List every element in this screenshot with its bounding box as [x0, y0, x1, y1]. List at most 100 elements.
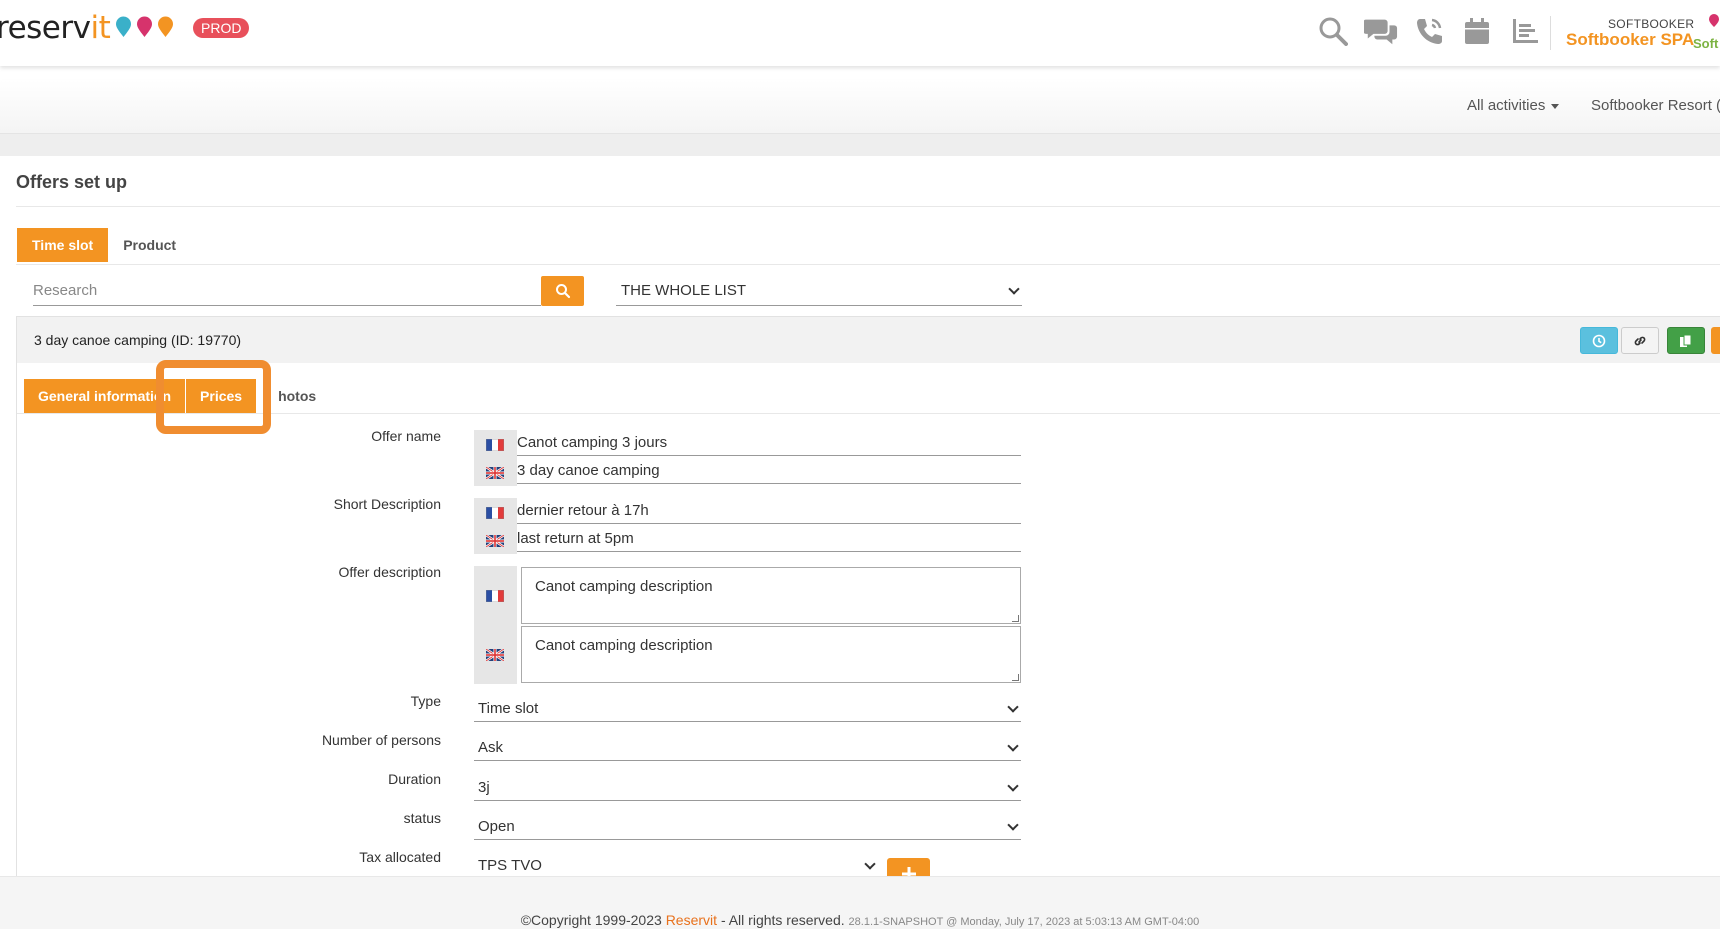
tax-label: Tax allocated	[359, 849, 441, 865]
duration-select[interactable]: 3j	[474, 773, 1021, 801]
duplicate-button[interactable]	[1667, 327, 1705, 354]
top-header: reservit PROD SOFTBOOKER Softbooker SPA …	[0, 0, 1720, 66]
type-select[interactable]: Time slot	[474, 694, 1021, 722]
offer-description-en-textarea[interactable]: Canot camping description	[521, 626, 1021, 683]
flag-fr-icon	[486, 507, 504, 519]
short-description-fr-input[interactable]: dernier retour à 17h	[517, 497, 1021, 524]
chat-icon[interactable]	[1364, 14, 1398, 48]
offer-title: 3 day canoe camping (ID: 19770)	[34, 332, 242, 348]
flag-fr-icon	[486, 590, 504, 602]
caret-down-icon	[1551, 103, 1560, 109]
language-flags	[474, 498, 517, 554]
context-bar: All activities Softbooker Resort (	[0, 80, 1720, 134]
chevron-down-icon	[1007, 780, 1019, 792]
logo-text: reserv	[0, 10, 91, 46]
search-field	[33, 276, 541, 306]
flag-fr-icon	[486, 439, 504, 451]
pin-icon	[116, 16, 131, 37]
pin-icon	[158, 16, 173, 37]
divider	[17, 413, 1720, 414]
duration-value: 3j	[478, 779, 490, 796]
duration-label: Duration	[388, 771, 441, 787]
activities-label: All activities	[1467, 97, 1546, 114]
chevron-down-icon	[1007, 701, 1019, 713]
offer-description-fr-text: Canot camping description	[535, 578, 713, 595]
link-button[interactable]	[1621, 327, 1659, 354]
activities-dropdown[interactable]: All activities	[1467, 97, 1560, 114]
heart-pin-icon	[1709, 14, 1719, 27]
offer-name-label: Offer name	[371, 428, 441, 444]
chevron-down-icon	[1007, 819, 1019, 831]
flag-uk-icon	[486, 535, 504, 547]
chevron-down-icon	[864, 858, 876, 870]
brand-caption: SOFTBOOKER	[1608, 17, 1695, 31]
list-icon[interactable]	[1508, 14, 1542, 48]
offer-description-label: Offer description	[338, 564, 441, 580]
header-divider	[1550, 16, 1551, 50]
page-title: Offers set up	[16, 172, 128, 192]
footer: ©Copyright 1999-2023 Reservit - All righ…	[0, 876, 1720, 929]
offer-name-en-input[interactable]: 3 day canoe camping	[517, 457, 1021, 484]
resort-selector[interactable]: Softbooker Resort (	[1591, 97, 1720, 114]
status-label: status	[403, 810, 441, 826]
short-description-label: Short Description	[333, 496, 441, 512]
header-icons	[1316, 14, 1542, 48]
clock-icon	[1592, 334, 1606, 347]
search-icon	[555, 284, 570, 299]
more-button[interactable]	[1711, 327, 1720, 354]
brand-logo-text: Soft	[1693, 36, 1719, 51]
language-flags	[474, 566, 517, 684]
list-filter-select[interactable]: THE WHOLE LIST	[616, 276, 1022, 306]
language-flags	[474, 430, 517, 486]
tab-product[interactable]: Product	[108, 228, 191, 262]
divider	[16, 206, 1720, 207]
search-button[interactable]	[541, 276, 584, 306]
company-link[interactable]: Reservit	[666, 912, 717, 928]
persons-select[interactable]: Ask	[474, 733, 1021, 761]
phone-icon[interactable]	[1412, 14, 1446, 48]
flag-uk-icon	[486, 467, 504, 479]
offer-name-fr-input[interactable]: Canot camping 3 jours	[517, 429, 1021, 456]
divider	[16, 264, 1720, 265]
list-filter-value: THE WHOLE LIST	[621, 282, 747, 299]
status-select[interactable]: Open	[474, 812, 1021, 840]
brand-name[interactable]: Softbooker SPA	[1566, 30, 1694, 50]
gray-band	[0, 134, 1720, 156]
copy-icon	[1680, 334, 1692, 347]
short-description-en-input[interactable]: last return at 5pm	[517, 525, 1021, 552]
type-label: Type	[410, 693, 441, 709]
reservit-logo[interactable]: reservit	[0, 10, 111, 46]
logo-pins	[115, 16, 174, 38]
resize-grip-icon[interactable]	[1012, 674, 1019, 681]
offer-panel-header: 3 day canoe camping (ID: 19770)	[17, 317, 1720, 363]
calendar-icon[interactable]	[1460, 14, 1494, 48]
pin-icon	[137, 16, 152, 37]
main-content: Offers set up Time slot Product THE WHOL…	[0, 156, 1720, 886]
flag-uk-icon	[486, 649, 504, 661]
offer-type-tabs: Time slot Product	[17, 228, 191, 262]
page: reservit PROD SOFTBOOKER Softbooker SPA …	[0, 0, 1720, 929]
chevron-down-icon	[1008, 283, 1020, 295]
search-icon[interactable]	[1316, 14, 1350, 48]
persons-label: Number of persons	[321, 732, 441, 748]
footer-text: ©Copyright 1999-2023 Reservit - All righ…	[0, 912, 1720, 928]
rights-text: - All rights reserved.	[720, 912, 845, 928]
copyright-text: ©Copyright 1999-2023	[520, 912, 662, 928]
link-icon	[1634, 336, 1646, 345]
tab-time-slot[interactable]: Time slot	[17, 228, 109, 262]
environment-badge: PROD	[193, 18, 250, 38]
prices-tab-highlight	[156, 360, 271, 434]
history-button[interactable]	[1580, 327, 1618, 354]
chevron-down-icon	[1007, 740, 1019, 752]
offer-description-fr-textarea[interactable]: Canot camping description	[521, 567, 1021, 624]
type-value: Time slot	[478, 700, 539, 717]
version-text: 28.1.1-SNAPSHOT @ Monday, July 17, 2023 …	[848, 916, 1200, 928]
search-input[interactable]	[33, 276, 541, 304]
resize-grip-icon[interactable]	[1012, 615, 1019, 622]
logo-accent-text: it	[90, 10, 111, 46]
offer-description-en-text: Canot camping description	[535, 637, 713, 654]
persons-value: Ask	[478, 739, 504, 756]
status-value: Open	[478, 818, 515, 835]
tax-select[interactable]: TPS TVO	[474, 851, 878, 879]
tax-value: TPS TVO	[478, 857, 542, 874]
